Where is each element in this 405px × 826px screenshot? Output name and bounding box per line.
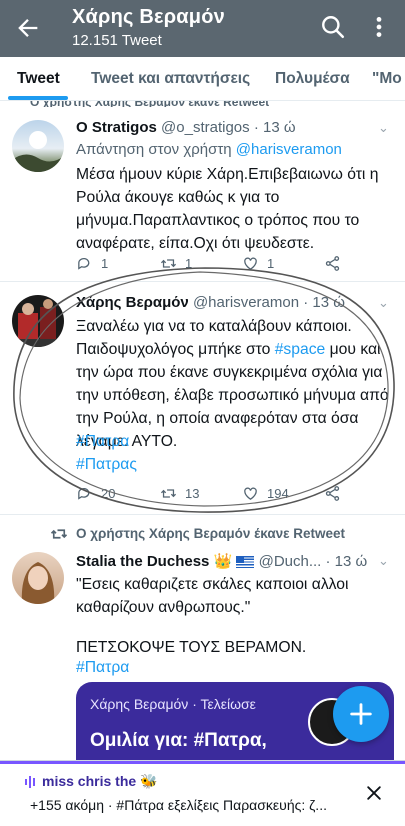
tweet-text: "Εσεις καθαριζετε σκάλες καποιοι αλλοι κ… bbox=[76, 576, 349, 616]
avatar[interactable] bbox=[12, 552, 64, 604]
tweet-time: · 13 ώ bbox=[303, 294, 345, 311]
profile-photo-icon bbox=[21, 562, 55, 604]
tweet-text: Μέσα ήμουν κύριε Χάρη.Επιβεβαιωνω ότι η … bbox=[76, 166, 379, 252]
tab-media[interactable]: Πολυμέσα bbox=[275, 70, 350, 88]
reply-button[interactable]: 1 bbox=[76, 255, 108, 272]
heart-icon bbox=[244, 487, 257, 500]
tweet-author-handle: @harisveramon bbox=[192, 294, 300, 311]
heart-icon bbox=[244, 257, 257, 270]
reply-mention-link[interactable]: @harisveramon bbox=[236, 141, 342, 158]
tweet[interactable]: O Stratigos @o_stratigos · 13 ώ ⌄ Απάντη… bbox=[0, 108, 405, 282]
hashtag-link[interactable]: #Πατρα bbox=[76, 659, 129, 676]
profile-tabs: Tweet Tweet και απαντήσεις Πολυμέσα "Μο bbox=[0, 57, 405, 101]
tweet-time: · 13 ώ bbox=[325, 553, 368, 570]
tweet-author-name[interactable]: Χάρης Βεραμόν bbox=[76, 294, 189, 311]
active-tab-indicator bbox=[8, 96, 68, 100]
audio-wave-icon bbox=[25, 776, 35, 788]
like-button[interactable]: 1 bbox=[242, 255, 274, 272]
tweet-author-name[interactable]: Stalia the Duchess bbox=[76, 553, 209, 570]
reply-context: Απάντηση στον χρήστη @harisveramon bbox=[76, 141, 342, 158]
reply-icon bbox=[78, 487, 90, 500]
plus-icon bbox=[350, 703, 372, 725]
retweet-count: 1 bbox=[185, 256, 193, 271]
reply-count: 20 bbox=[101, 486, 116, 501]
tab-likes[interactable]: "Μο bbox=[372, 70, 402, 88]
tweet-count: 12.151 Tweet bbox=[72, 32, 162, 49]
profile-photo-icon bbox=[12, 299, 64, 347]
tab-tweets-and-replies[interactable]: Tweet και απαντήσεις bbox=[91, 70, 250, 88]
tweet-author-handle: @o_stratigos bbox=[161, 119, 250, 136]
share-button[interactable] bbox=[324, 255, 341, 272]
crown-emoji-icon: 👑 bbox=[213, 553, 233, 570]
share-button[interactable] bbox=[324, 485, 341, 502]
tweet-actions: 20 13 194 bbox=[76, 485, 346, 505]
retweet-count: 13 bbox=[185, 486, 200, 501]
like-count: 1 bbox=[267, 256, 275, 271]
greece-flag-icon bbox=[236, 556, 255, 569]
docked-space-speaker: miss chris the 🐝 bbox=[42, 773, 158, 789]
space-host: Χάρης Βεραμόν · Τελείωσε bbox=[90, 696, 256, 712]
tweet-menu-icon[interactable]: ⌄ bbox=[378, 295, 389, 311]
hashtag-link[interactable]: #space bbox=[275, 341, 326, 358]
sun-photo-icon bbox=[12, 131, 64, 172]
tweet[interactable]: Χάρης Βεραμόν @harisveramon · 13 ώ ⌄ Ξαν… bbox=[0, 283, 405, 515]
space-title: Ομιλία για: #Πατρα, bbox=[90, 730, 267, 751]
avatar[interactable] bbox=[12, 295, 64, 347]
like-button[interactable]: 194 bbox=[242, 485, 289, 502]
back-arrow-icon[interactable] bbox=[14, 14, 42, 42]
tweet-author-handle: @Duch... bbox=[258, 553, 322, 570]
like-count: 194 bbox=[267, 486, 289, 501]
close-icon[interactable] bbox=[364, 783, 384, 803]
share-icon bbox=[325, 486, 340, 501]
share-icon bbox=[325, 256, 340, 271]
retweet-context-truncated: Ο χρήστης Χάρης Βεραμόν έκανε Retweet bbox=[30, 101, 360, 107]
retweet-button[interactable]: 1 bbox=[160, 255, 192, 272]
reply-icon bbox=[78, 257, 90, 270]
compose-tweet-button[interactable] bbox=[333, 686, 389, 742]
reply-count: 1 bbox=[101, 256, 109, 271]
tab-tweets[interactable]: Tweet bbox=[17, 70, 60, 88]
tweet-menu-icon[interactable]: ⌄ bbox=[378, 120, 389, 136]
tweet-menu-icon[interactable]: ⌄ bbox=[378, 553, 389, 569]
docked-space-bar[interactable]: miss chris the 🐝 +155 ακόμη · #Πάτρα εξε… bbox=[0, 760, 405, 826]
search-icon[interactable] bbox=[320, 14, 346, 40]
docked-space-accent bbox=[0, 761, 405, 764]
docked-space-subtitle: +155 ακόμη · #Πάτρα εξελίξεις Παρασκευής… bbox=[30, 797, 327, 813]
tweet-time: · 13 ώ bbox=[253, 119, 296, 136]
retweet-icon bbox=[160, 489, 177, 498]
retweet-button[interactable]: 13 bbox=[160, 485, 199, 502]
hashtag-link[interactable]: #Πατρας bbox=[76, 456, 137, 473]
more-vertical-icon[interactable] bbox=[366, 14, 392, 40]
retweet-context[interactable]: Ο χρήστης Χάρης Βεραμόν έκανε Retweet bbox=[76, 526, 345, 541]
tweet-author-name[interactable]: O Stratigos bbox=[76, 119, 157, 136]
reply-context-prefix: Απάντηση στον χρήστη bbox=[76, 141, 236, 158]
tweet-actions: 1 1 1 bbox=[76, 255, 346, 275]
hashtag-link[interactable]: #Πατρα bbox=[76, 433, 129, 450]
profile-name: Χάρης Βεραμόν bbox=[72, 6, 225, 28]
retweet-icon bbox=[160, 259, 177, 268]
avatar[interactable] bbox=[12, 120, 64, 172]
retweet-context-icon bbox=[50, 529, 68, 539]
reply-button[interactable]: 20 bbox=[76, 485, 115, 502]
profile-header: Χάρης Βεραμόν 12.151 Tweet bbox=[0, 0, 405, 57]
